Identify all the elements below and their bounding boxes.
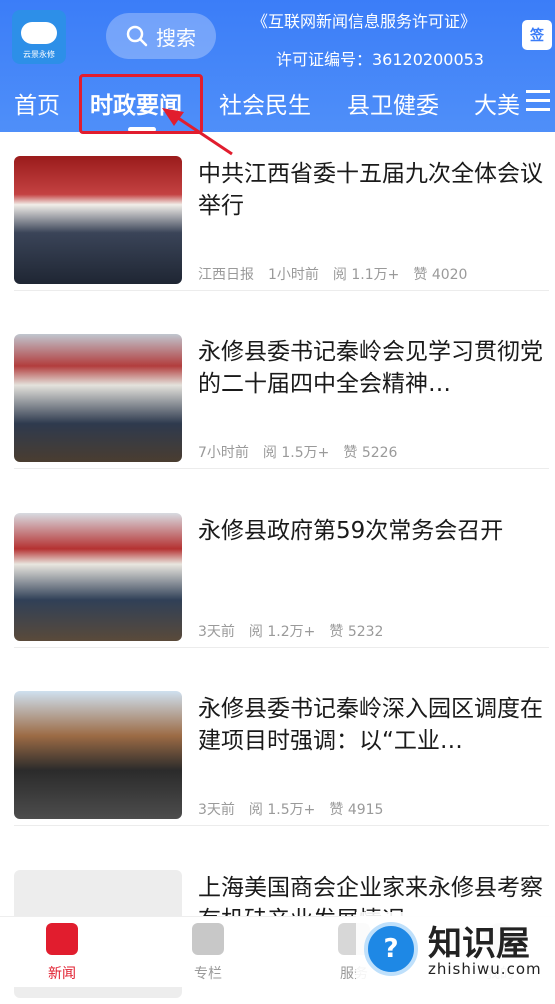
tab-society[interactable]: 社会民生 [219, 86, 311, 120]
nav-column-label: 专栏 [194, 966, 222, 982]
app-logo[interactable]: 云景永修 [12, 10, 66, 64]
news-meta: 3天前阅 1.5万+ 赞 4915 [198, 799, 397, 819]
news-title: 中共江西省委十五届九次全体会议举行 [198, 161, 543, 219]
news-time: 1小时前 [268, 267, 319, 283]
news-item[interactable]: 永修县委书记秦岭会见学习贯彻党的二十届四中全会精神… 7小时前阅 1.5万+ 赞 … [14, 310, 549, 469]
news-reads: 阅 1.2万+ [248, 624, 316, 640]
news-source: 江西日报 [198, 267, 254, 283]
news-likes: 赞 4020 [413, 267, 468, 283]
license-title[interactable]: 《互联网新闻信息服务许可证》 [252, 8, 476, 32]
tab-health[interactable]: 县卫健委 [347, 86, 439, 120]
question-icon: ? [364, 922, 418, 976]
news-meta: 7小时前阅 1.5万+ 赞 5226 [198, 442, 411, 462]
nav-news-label: 新闻 [48, 966, 76, 982]
news-reads: 阅 1.5万+ [262, 445, 330, 461]
news-icon [46, 923, 78, 955]
news-time: 7小时前 [198, 445, 249, 461]
news-thumbnail [14, 513, 182, 641]
watermark-cn: 知识屋 [428, 924, 530, 964]
news-likes: 赞 4915 [329, 802, 384, 818]
search-button[interactable]: 搜索 [106, 13, 216, 59]
news-item[interactable]: 永修县政府第59次常务会召开 3天前阅 1.2万+ 赞 5232 [14, 489, 549, 648]
tab-highlight-box [79, 74, 203, 134]
logo-text: 云景永修 [23, 50, 55, 59]
news-reads: 阅 1.5万+ [248, 802, 316, 818]
nav-column[interactable]: 专栏 [168, 923, 248, 983]
news-likes: 赞 5232 [329, 624, 384, 640]
news-thumbnail [14, 156, 182, 284]
menu-icon[interactable] [526, 90, 550, 112]
news-title: 永修县政府第59次常务会召开 [198, 518, 504, 544]
news-item[interactable]: 中共江西省委十五届九次全体会议举行 江西日报 1小时前阅 1.1万+ 赞 4020 [14, 132, 549, 291]
news-title: 永修县委书记秦岭会见学习贯彻党的二十届四中全会精神… [198, 339, 543, 397]
video-icon [192, 923, 224, 955]
news-thumbnail [14, 691, 182, 819]
news-meta: 3天前阅 1.2万+ 赞 5232 [198, 621, 397, 641]
tab-scenery[interactable]: 大美 [474, 86, 520, 120]
news-likes: 赞 5226 [343, 445, 398, 461]
news-item[interactable]: 永修县委书记秦岭深入园区调度在建项目时强调：以“工业… 3天前阅 1.5万+ 赞 … [14, 667, 549, 826]
search-label: 搜索 [156, 25, 196, 50]
cloud-icon [21, 22, 57, 44]
news-thumbnail [14, 334, 182, 462]
sign-in-button[interactable]: 签 [522, 20, 552, 50]
watermark: ? 知识屋 zhishiwu.com [356, 912, 555, 986]
nav-news[interactable]: 新闻 [22, 923, 102, 983]
search-icon [126, 25, 148, 47]
news-meta: 江西日报 1小时前阅 1.1万+ 赞 4020 [198, 264, 481, 284]
news-time: 3天前 [198, 624, 235, 640]
tab-home[interactable]: 首页 [14, 86, 60, 120]
news-time: 3天前 [198, 802, 235, 818]
watermark-en: zhishiwu.com [428, 960, 542, 978]
license-number: 许可证编号：36120200053 [276, 50, 484, 69]
news-reads: 阅 1.1万+ [332, 267, 400, 283]
news-title: 永修县委书记秦岭深入园区调度在建项目时强调：以“工业… [198, 696, 543, 754]
